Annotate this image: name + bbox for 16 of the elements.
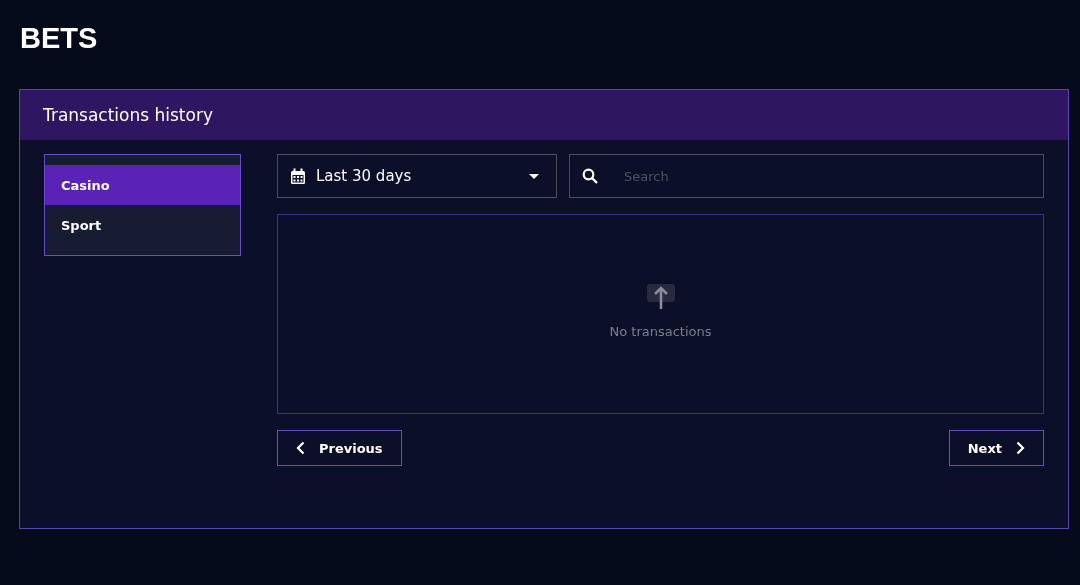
- empty-message: No transactions: [609, 323, 712, 339]
- period-dropdown[interactable]: Last 30 days: [277, 154, 557, 198]
- chevron-right-icon: [1016, 441, 1025, 455]
- next-button[interactable]: Next: [948, 430, 1044, 466]
- caret-icon: [529, 173, 539, 179]
- previous-button[interactable]: Previous: [277, 430, 402, 466]
- search-icon: [582, 168, 598, 184]
- page-title: BETS: [20, 21, 99, 56]
- chevron-left-icon: [296, 441, 305, 455]
- panel-title: Transactions history: [43, 105, 213, 125]
- upload-arrow-icon: [646, 281, 675, 310]
- category-tab[interactable]: Casino: [45, 165, 240, 205]
- search-field[interactable]: Search: [569, 154, 1044, 198]
- search-input[interactable]: Search: [624, 168, 1043, 184]
- category-tab[interactable]: Sport: [45, 205, 240, 245]
- calendar-icon: [290, 167, 306, 185]
